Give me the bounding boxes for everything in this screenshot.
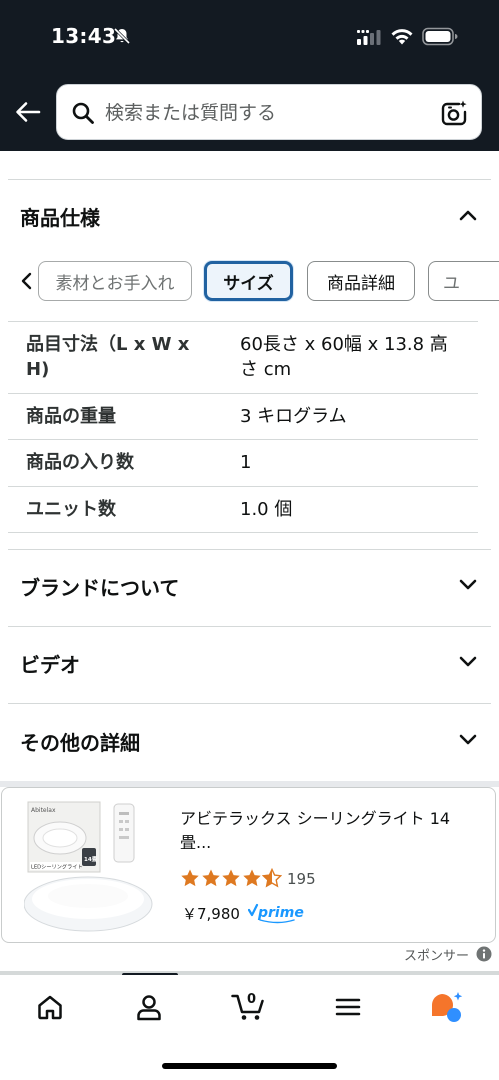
account-icon[interactable] [134, 992, 164, 1022]
search-bar[interactable] [56, 84, 482, 140]
product-price: ￥7,980 [182, 905, 240, 923]
star-full-icon [201, 869, 220, 887]
chevron-down-icon[interactable] [456, 649, 480, 673]
battery-icon [422, 27, 458, 46]
status-time: 13:43 [51, 24, 117, 48]
back-arrow-icon[interactable] [13, 97, 43, 127]
rating-count[interactable]: 195 [287, 870, 316, 888]
bell-off-icon [113, 27, 131, 45]
spec-key: 商品の入り数 [26, 452, 134, 473]
menu-icon[interactable] [333, 992, 363, 1022]
spec-row: 商品の入り数 1 [8, 440, 478, 487]
spec-key: 品目寸法（L x W x H) [26, 334, 190, 380]
tab-product-details[interactable]: 商品詳細 [307, 261, 415, 301]
spec-value: 1.0 個 [240, 499, 293, 520]
star-full-icon [242, 869, 261, 887]
divider [8, 179, 491, 180]
wifi-icon [391, 29, 413, 45]
sponsored-product-title[interactable]: アビテラックス シーリングライト 14 畳... [180, 807, 480, 855]
divider [8, 626, 491, 627]
divider [8, 703, 491, 704]
prime-text: prime [257, 905, 304, 921]
image-caption-text: LEDシーリングライト [31, 863, 83, 871]
spec-tabs: 素材とお手入れ サイズ 商品詳細 ユ [0, 260, 499, 302]
cart-icon[interactable]: 0 [231, 988, 267, 1022]
spec-value: 60長さ x 60幅 x 13.8 高さ cm [240, 334, 448, 380]
star-full-icon [181, 869, 199, 887]
home-icon[interactable] [35, 992, 65, 1022]
product-image[interactable]: Abitelax 14畳 LEDシーリングライト [24, 798, 160, 936]
spec-value: 1 [240, 452, 252, 473]
top-header: 13:43 [0, 0, 499, 151]
brand-section-title[interactable]: ブランドについて [20, 572, 179, 601]
video-section-title[interactable]: ビデオ [20, 649, 80, 678]
prime-logo: prime [248, 903, 304, 924]
tab-clipped[interactable]: ユ [428, 261, 499, 301]
sponsored-label: スポンサー [404, 949, 470, 964]
chevron-down-icon[interactable] [456, 572, 480, 596]
search-icon [72, 102, 94, 124]
camera-search-icon[interactable] [439, 98, 469, 128]
spec-value: 3 キログラム [240, 406, 347, 427]
star-half-icon [262, 868, 282, 888]
spec-key: ユニット数 [26, 499, 116, 520]
sponsored-product-card[interactable]: Abitelax 14畳 LEDシーリングライト アビテラックス シーリングライ… [1, 787, 496, 943]
rufus-assistant-icon[interactable] [428, 990, 464, 1024]
info-icon[interactable] [476, 946, 492, 962]
spec-row: ユニット数 1.0 個 [8, 487, 478, 533]
other-details-section-title[interactable]: その他の詳細 [20, 727, 140, 756]
spec-row: 品目寸法（L x W x H) 60長さ x 60幅 x 13.8 高さ cm [8, 322, 478, 394]
home-indicator [162, 1063, 337, 1069]
divider [8, 549, 491, 550]
star-rating [180, 866, 283, 890]
star-full-icon [222, 869, 240, 887]
product-spec-title: 商品仕様 [20, 206, 100, 230]
image-brand-text: Abitelax [31, 807, 56, 814]
cart-count: 0 [247, 992, 256, 1007]
chevron-up-icon[interactable] [456, 203, 480, 227]
spec-row: 商品の重量 3 キログラム [8, 394, 478, 440]
spec-key: 商品の重量 [26, 406, 116, 427]
chevron-left-icon[interactable] [20, 272, 34, 290]
search-input[interactable] [105, 97, 425, 129]
cellular-signal-icon [357, 30, 381, 45]
tab-size[interactable]: サイズ [204, 261, 293, 301]
image-badge-text: 14畳 [84, 855, 98, 863]
chevron-down-icon[interactable] [456, 727, 480, 751]
tab-material-care[interactable]: 素材とお手入れ [38, 261, 192, 301]
